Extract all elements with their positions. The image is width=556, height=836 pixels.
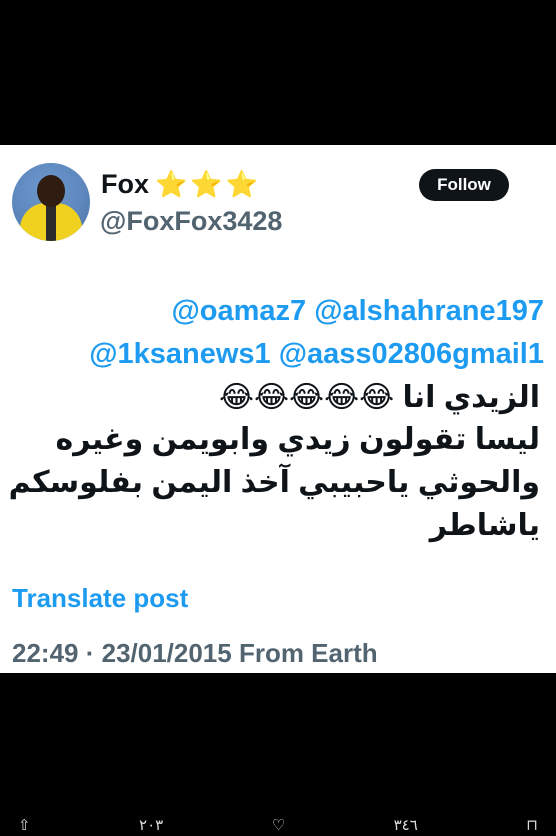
follow-button[interactable]: Follow: [419, 169, 509, 201]
bottom-action-bar: ⇧ ٢٠٣ ♡ ٣٤٦ ⊓: [0, 816, 556, 836]
like-icon[interactable]: ♡: [272, 816, 285, 834]
post-timestamp: 22:49 · 23/01/2015 From Earth: [12, 638, 378, 668]
tweet-text-line-1: الزيدي انا 😂😂😂😂😂: [218, 381, 540, 414]
avatar-head: [37, 175, 65, 207]
avatar-shirt-stripe: [46, 205, 56, 241]
name-row: Fox ⭐ ⭐ ⭐: [101, 167, 258, 201]
mentions-line-1[interactable]: @oamaz7 @alshahrane197: [24, 295, 544, 328]
star-icon: ⭐: [155, 169, 188, 199]
bookmark-icon[interactable]: ⊓: [526, 816, 538, 834]
tweet-text-line-4: ياشاطر: [429, 509, 540, 542]
avatar[interactable]: [12, 163, 90, 241]
share-icon[interactable]: ⇧: [18, 816, 31, 834]
repost-count[interactable]: ٣٤٦: [394, 816, 418, 834]
views-count[interactable]: ٢٠٣: [139, 816, 163, 834]
star-emojis: ⭐ ⭐ ⭐: [155, 171, 258, 197]
mentions-line-2[interactable]: @1ksanews1 @aass02806gmail1: [24, 338, 544, 371]
tweet-text-line-2: ليسا تقولون زيدي وابويمن وغيره: [55, 423, 540, 456]
tweet-card: Fox ⭐ ⭐ ⭐ @FoxFox3428 Follow @oamaz7 @al…: [0, 145, 556, 673]
tweet-text-line-3: والحوثي ياحبيبي آخذ اليمن بفلوسكم: [8, 466, 540, 499]
translate-post-link[interactable]: Translate post: [12, 583, 188, 614]
star-icon: ⭐: [225, 169, 259, 199]
user-handle[interactable]: @FoxFox3428: [100, 206, 282, 237]
display-name[interactable]: Fox: [101, 169, 149, 200]
star-icon: ⭐: [190, 169, 223, 199]
